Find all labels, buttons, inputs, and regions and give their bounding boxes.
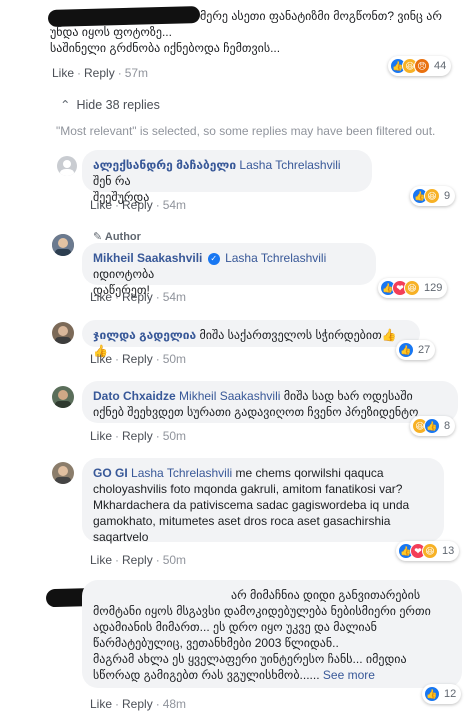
reaction-summary[interactable]: 👍 27	[396, 340, 436, 360]
see-more-link[interactable]: See more	[320, 668, 375, 682]
reply-link[interactable]: Reply	[122, 697, 153, 711]
verified-icon: ✓	[207, 252, 220, 265]
reply-actions: Like · Reply · 50m	[90, 553, 187, 567]
reply-time[interactable]: 54m	[163, 290, 186, 304]
reply-text-line2: choloyashvilis foto mqonda gakruli, amit…	[93, 482, 403, 496]
reaction-count: 13	[442, 545, 455, 557]
reply-time[interactable]: 48m	[163, 697, 186, 711]
reply-text: me chems qorwilshi qaquca	[232, 466, 384, 480]
reaction-summary[interactable]: 👍 ❤ 😆 129	[378, 278, 448, 298]
like-icon: 👍	[424, 418, 440, 434]
haha-icon: 😆	[404, 280, 420, 296]
reply-text-line4: gamokhato, mitumetes aset dros roca aset…	[93, 514, 391, 528]
reply-mention[interactable]: Lasha Tchrelashvili	[131, 466, 232, 480]
author-badge-label: Author	[104, 231, 141, 243]
reaction-summary[interactable]: 👍 12	[422, 684, 462, 704]
reply-actions: Like · Reply · 54m	[90, 198, 187, 212]
reply-bubble: ჯილდა გადელია მიშა საქართველოს სჭირდებით…	[82, 320, 420, 358]
reply-author[interactable]: Dato Chxaidze	[93, 389, 176, 403]
reaction-count: 8	[444, 420, 451, 432]
reply-bubble: ალექსანდრე მაჩაბელი Lasha Tchrelashvili …	[82, 150, 372, 204]
like-icon: 👍	[398, 342, 414, 358]
hide-replies-link[interactable]: ⌃ Hide 38 replies	[60, 97, 160, 112]
comment-text-line3: საშინელი გრძნობა იქნებოდა ჩემთვის...	[50, 41, 281, 55]
reply-link[interactable]: Reply	[122, 352, 153, 366]
reply-bubble: Dato Chxaidze Mikheil Saakashvili მიშა ს…	[82, 381, 458, 423]
haha-icon: 😆	[422, 543, 438, 559]
reaction-count: 12	[444, 688, 457, 700]
reply-text-line3: ადამიანის მიმართ... ეს დრო იყო უკვე და მ…	[93, 620, 377, 634]
reply-actions: Like · Reply · 48m	[90, 697, 187, 711]
reply-author[interactable]: ჯილდა გადელია	[93, 328, 196, 342]
reply-time[interactable]: 50m	[163, 553, 186, 567]
reply-link[interactable]: Reply	[122, 198, 153, 212]
reply-text: იდიოტობა	[93, 267, 155, 281]
reply-actions: Like · Reply · 54m	[90, 290, 187, 304]
reply-author[interactable]: Mikheil Saakashvili	[93, 251, 202, 265]
reaction-count: 27	[418, 344, 431, 356]
like-link[interactable]: Like	[90, 697, 112, 711]
reply-text-line4: წარმატებულიც, ვეთანხმები 2003 წლიდან..	[93, 636, 339, 650]
reply-text-line6: სწორად გამიგებთ რას ვგულისხმობ......	[93, 668, 320, 682]
reaction-count: 44	[434, 60, 447, 72]
like-link[interactable]: Like	[90, 553, 112, 567]
reaction-summary[interactable]: 👍 😆 9	[410, 186, 456, 206]
reply-mention[interactable]: Lasha Tchrelashvili	[225, 251, 326, 265]
reply-link[interactable]: Reply	[122, 429, 153, 443]
hide-replies-label: Hide 38 replies	[76, 98, 160, 112]
reaction-count: 9	[444, 190, 451, 202]
avatar[interactable]	[52, 462, 74, 484]
like-link[interactable]: Like	[90, 429, 112, 443]
reply-link[interactable]: Reply	[84, 66, 115, 80]
like-link[interactable]: Like	[90, 198, 112, 212]
reply-actions: Like · Reply · 50m	[90, 352, 187, 366]
comment-text-line1: მერე ასეთი ფანატიზმი მოგწონთ? ვინც არ	[200, 9, 442, 23]
pencil-icon: ✎	[93, 231, 105, 243]
reply-text-line5: მაგრამ ახლა ეს ყველაფერი უინტერესო ჩანს.…	[93, 652, 407, 666]
chevron-up-icon: ⌃	[60, 98, 71, 112]
reply-text-line5: saqartvelo	[93, 530, 149, 544]
reply-link[interactable]: Reply	[122, 553, 153, 567]
reply-text-line2: იქნებ შეეხვდეთ სურათი გადავიღოთ ჩვენო პრ…	[93, 405, 419, 419]
comment-text-line2: უნდა იყოს ფოტოზე...	[50, 25, 172, 39]
author-badge: ✎ Author	[93, 230, 141, 243]
like-icon: 👍	[424, 686, 440, 702]
avatar[interactable]	[57, 156, 77, 176]
reaction-summary[interactable]: 😆 👍 8	[410, 416, 456, 436]
reply-mention[interactable]: Mikheil Saakashvili	[179, 389, 280, 403]
reply-bubble: არ მიმაჩნია დიდი განვითარების მომტანი იყ…	[82, 580, 462, 688]
haha-icon: 😆	[424, 188, 440, 204]
comment-actions: Like · Reply · 57m	[52, 66, 149, 80]
filter-note: "Most relevant" is selected, so some rep…	[56, 124, 436, 138]
reply-text-line3: Mkhardachera da pativiscema sadac gagisw…	[93, 498, 410, 512]
avatar[interactable]	[52, 234, 74, 256]
avatar[interactable]	[52, 386, 74, 408]
reply-time[interactable]: 50m	[163, 352, 186, 366]
reply-actions: Like · Reply · 50m	[90, 429, 187, 443]
reply-text: არ მიმაჩნია დიდი განვითარების	[231, 588, 421, 602]
reply-time[interactable]: 54m	[163, 198, 186, 212]
reply-text: შენ რა	[93, 174, 131, 188]
reply-author[interactable]: ალექსანდრე მაჩაბელი	[93, 158, 236, 172]
reaction-summary[interactable]: 👍 😆 😠 44	[388, 56, 452, 76]
reply-text-line2: მომტანი იყოს მსგავსი დამოკიდებულება ნები…	[93, 604, 431, 618]
reply-bubble: GO GI Lasha Tchrelashvili me chems qorwi…	[82, 458, 444, 544]
angry-icon: 😠	[414, 58, 430, 74]
like-link[interactable]: Like	[90, 290, 112, 304]
reaction-summary[interactable]: 👍 ❤ 😆 13	[396, 541, 460, 561]
reply-text: მიშა სად ხარ ოდესაში	[280, 389, 413, 403]
reply-bubble: Mikheil Saakashvili ✓ Lasha Tchrelashvil…	[82, 243, 376, 297]
comment-time[interactable]: 57m	[125, 66, 148, 80]
like-link[interactable]: Like	[90, 352, 112, 366]
reply-mention[interactable]: Lasha Tchrelashvili	[239, 158, 340, 172]
comment-bubble: მერე ასეთი ფანატიზმი მოგწონთ? ვინც არ უნ…	[38, 2, 446, 64]
reply-author[interactable]: GO GI	[93, 466, 128, 480]
like-link[interactable]: Like	[52, 66, 74, 80]
avatar[interactable]	[52, 322, 74, 344]
reply-time[interactable]: 50m	[163, 429, 186, 443]
reply-link[interactable]: Reply	[122, 290, 153, 304]
reaction-count: 129	[424, 282, 443, 294]
